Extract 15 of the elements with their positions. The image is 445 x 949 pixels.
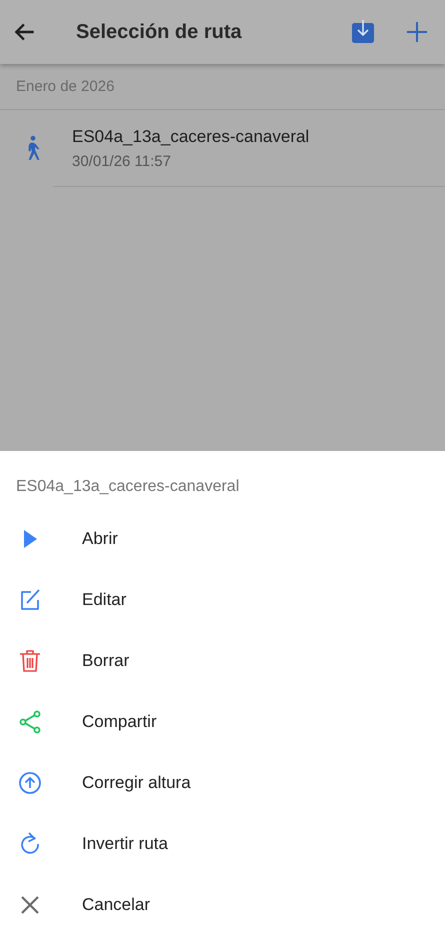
route-item[interactable]: ES04a_13a_caceres-canaveral 30/01/26 11:57	[0, 110, 445, 186]
screen-title: Selección de ruta	[76, 20, 243, 44]
menu-item[interactable]: Editar	[0, 569, 445, 630]
section-header: Enero de 2026	[0, 65, 445, 110]
sheet-title: ES04a_13a_caceres-canaveral	[15, 477, 240, 497]
add-icon[interactable]	[405, 20, 429, 44]
menu-item[interactable]: Corregir altura	[0, 752, 445, 813]
download-icon[interactable]	[351, 20, 375, 44]
route-name: ES04a_13a_caceres-canaveral	[72, 126, 310, 146]
menu-item[interactable]: Compartir	[0, 691, 445, 752]
menu-item[interactable]: Borrar	[0, 630, 445, 691]
route-date: 30/01/26 11:57	[72, 152, 172, 170]
menu-item[interactable]: Cancelar	[0, 874, 445, 935]
menu-item[interactable]: Abrir	[0, 508, 445, 569]
menu-item[interactable]: Invertir ruta	[0, 813, 445, 874]
